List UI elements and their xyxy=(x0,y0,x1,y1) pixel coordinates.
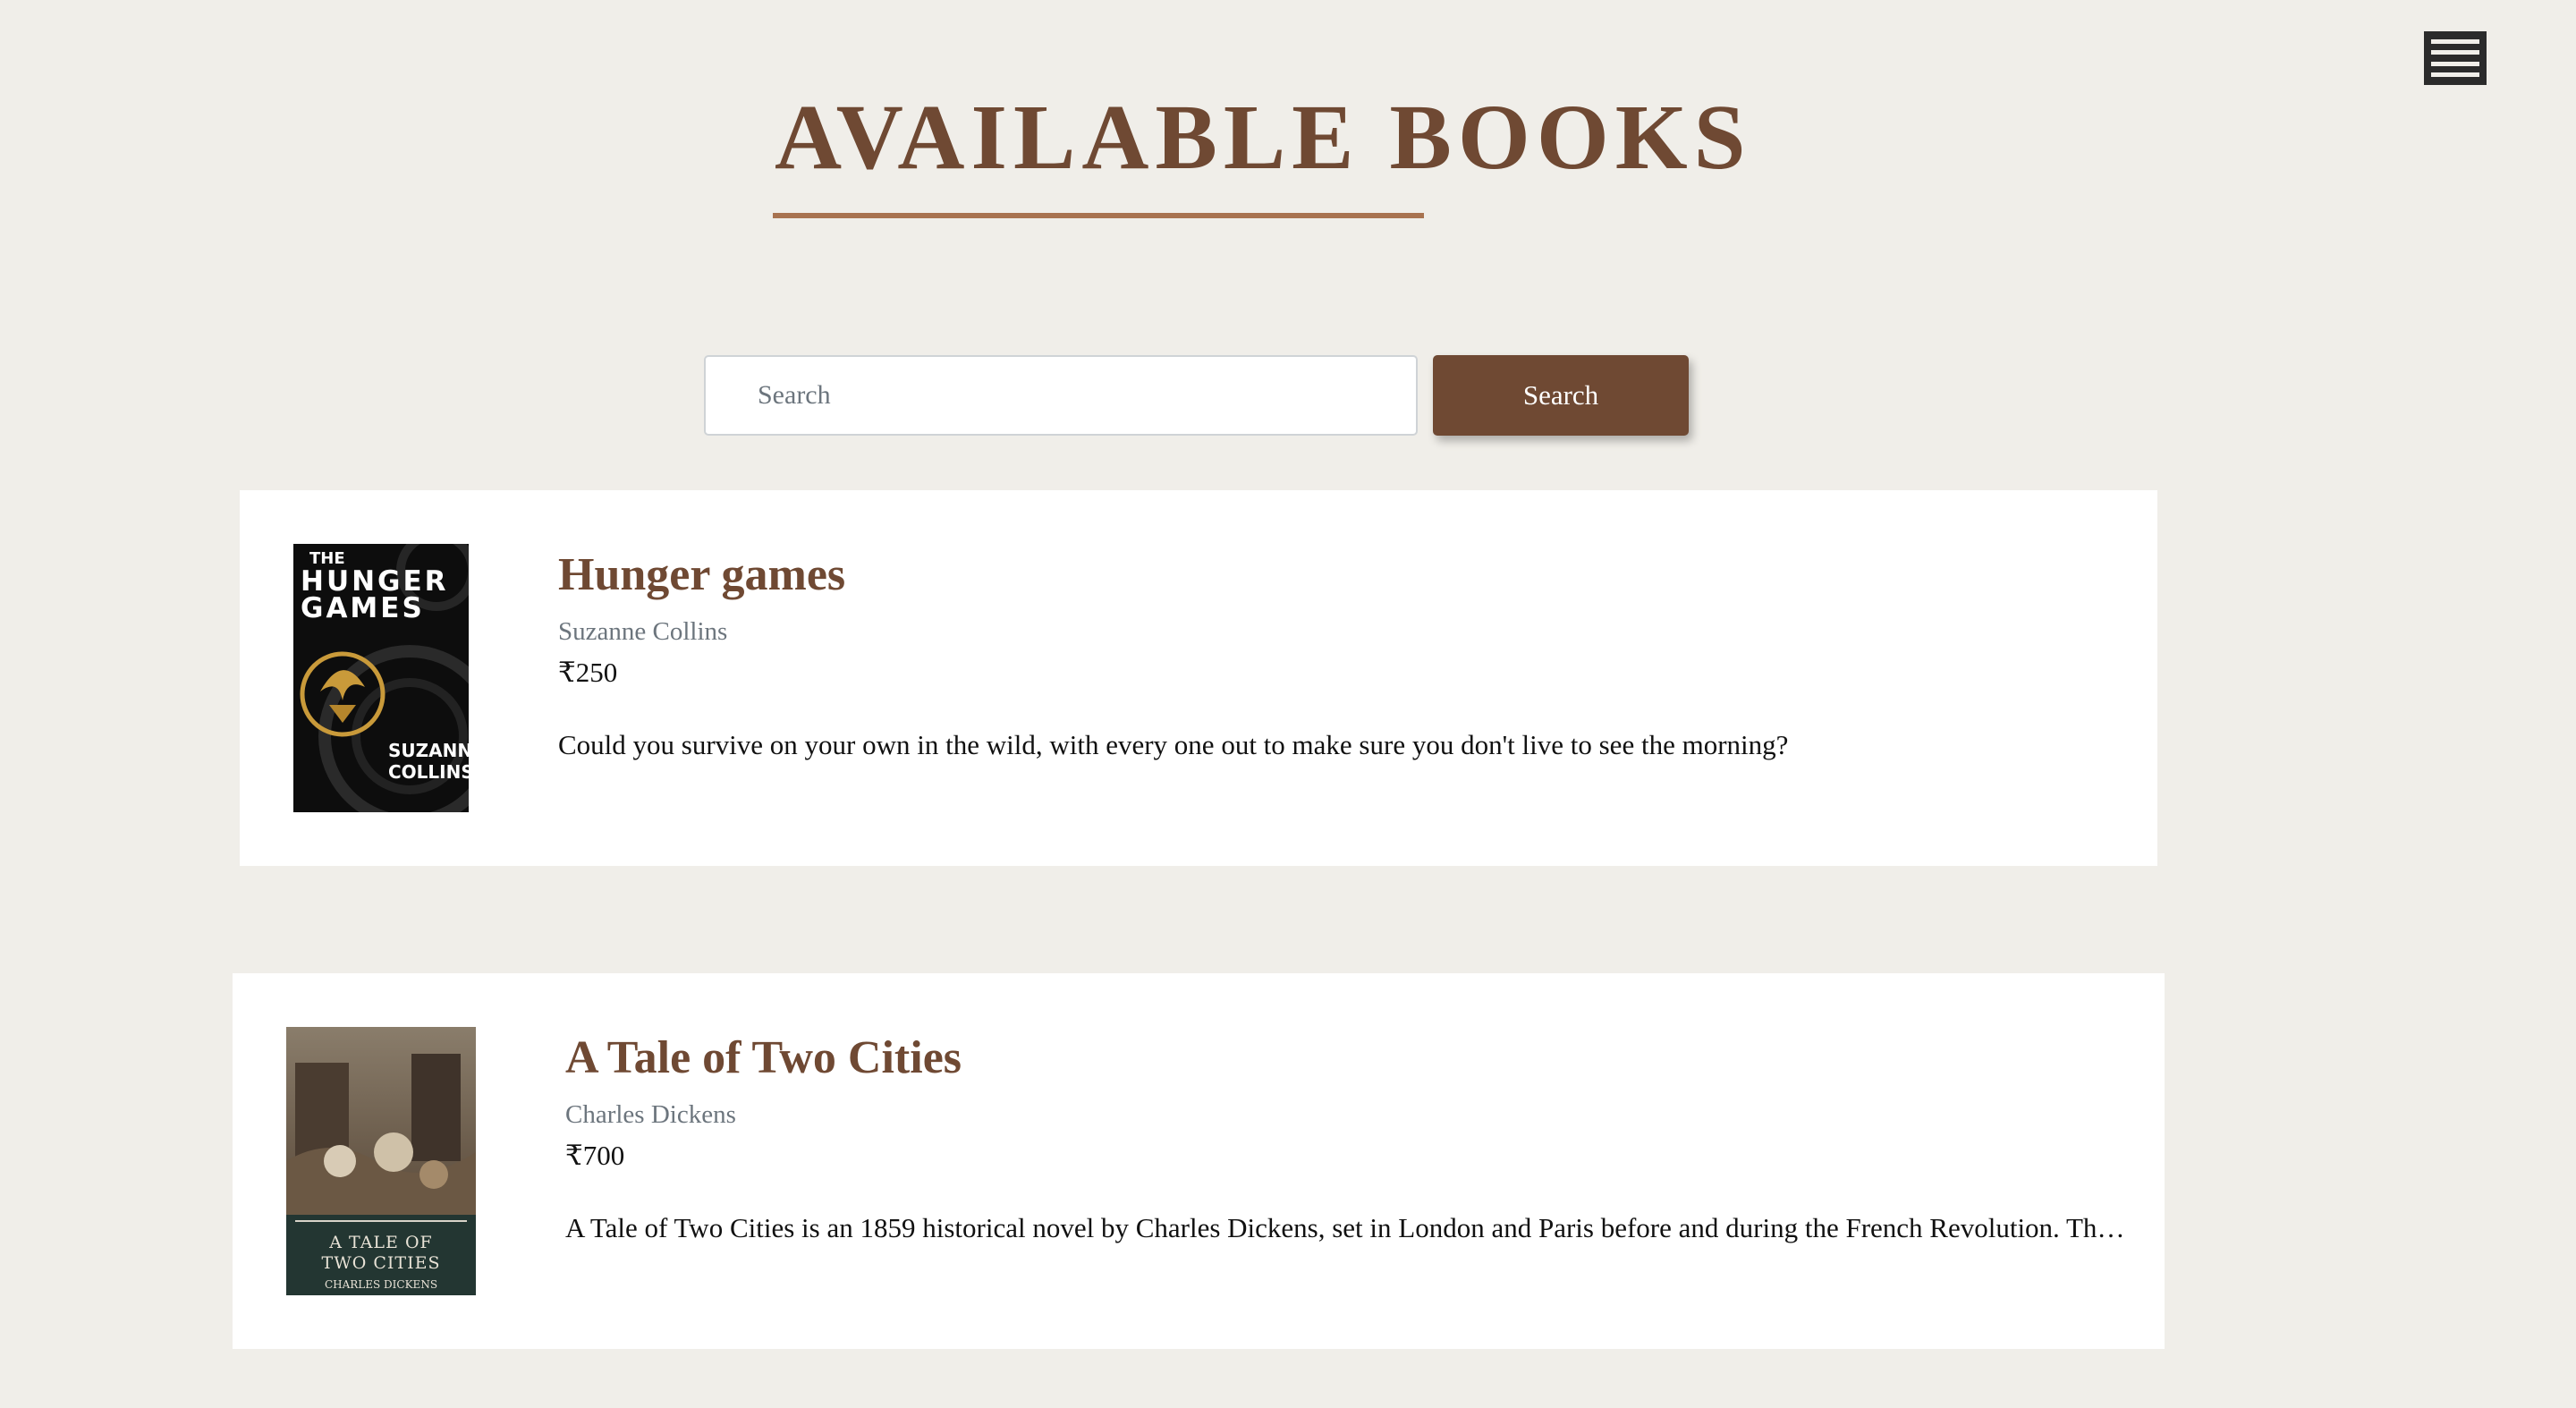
cover-text: CHARLES DICKENS xyxy=(325,1278,437,1291)
book-info: A Tale of Two Cities Charles Dickens ₹70… xyxy=(565,1027,2129,1247)
cover-text: A TALE OF xyxy=(328,1233,432,1252)
cover-text: SUZANNE xyxy=(388,740,469,761)
book-description: A Tale of Two Cities is an 1859 historic… xyxy=(565,1212,2129,1243)
book-info: Hunger games Suzanne Collins ₹250 Could … xyxy=(558,544,2122,764)
menu-bar xyxy=(2431,50,2479,55)
tale-of-two-cities-cover-art: A TALE OF TWO CITIES CHARLES DICKENS xyxy=(286,1027,476,1295)
hamburger-menu-icon[interactable] xyxy=(2424,31,2487,85)
search-button[interactable]: Search xyxy=(1433,355,1689,436)
book-card: THE HUNGER GAMES SUZANNE COLLINS Hunger … xyxy=(240,490,2157,866)
book-author: Charles Dickens xyxy=(565,1100,736,1129)
book-title[interactable]: Hunger games xyxy=(558,544,2122,606)
title-underline xyxy=(773,213,1424,218)
cover-text: COLLINS xyxy=(388,761,469,783)
book-description: Could you survive on your own in the wil… xyxy=(558,729,1789,760)
book-cover-image[interactable]: THE HUNGER GAMES SUZANNE COLLINS xyxy=(293,544,469,812)
search-input[interactable] xyxy=(704,355,1418,436)
menu-bar xyxy=(2431,72,2479,77)
hunger-games-cover-art: THE HUNGER GAMES SUZANNE COLLINS xyxy=(293,544,469,812)
page-title: AVAILABLE BOOKS xyxy=(775,86,1752,189)
menu-bar xyxy=(2431,61,2479,66)
book-author: Suzanne Collins xyxy=(558,617,728,646)
book-cover-image[interactable]: A TALE OF TWO CITIES CHARLES DICKENS xyxy=(286,1027,476,1295)
menu-bar xyxy=(2431,39,2479,44)
book-title[interactable]: A Tale of Two Cities xyxy=(565,1027,2129,1090)
cover-text: GAMES xyxy=(301,592,425,624)
book-price: ₹700 xyxy=(565,1140,625,1171)
cover-text: TWO CITIES xyxy=(322,1253,441,1273)
book-card: A TALE OF TWO CITIES CHARLES DICKENS A T… xyxy=(233,973,2165,1349)
book-price: ₹250 xyxy=(558,657,618,688)
